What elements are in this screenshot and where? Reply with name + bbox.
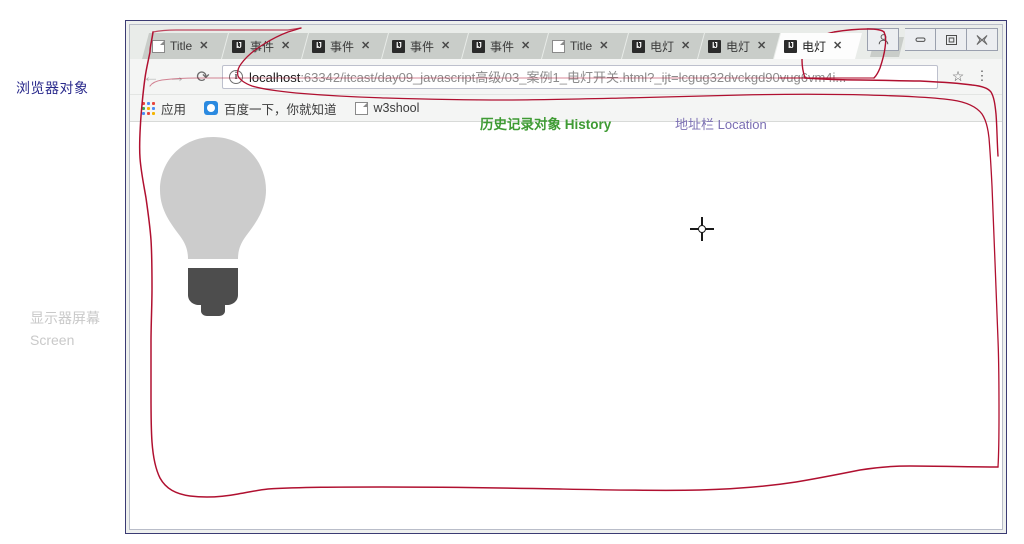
baidu-icon xyxy=(204,101,219,115)
url-host: localhost xyxy=(249,70,301,85)
apps-grid-icon xyxy=(142,101,155,115)
tab-label: 事件 xyxy=(330,39,355,54)
browser-tab[interactable]: Title ✕ xyxy=(142,33,228,59)
annotation-location-object: 地址栏 Location xyxy=(675,117,767,132)
browser-tab[interactable]: 事件 ✕ xyxy=(382,33,468,59)
bookmark-label: w3shool xyxy=(373,101,420,115)
annotation-history-object: 历史记录对象 History xyxy=(480,117,612,132)
intellij-icon xyxy=(472,40,485,53)
tab-label: 电灯 xyxy=(802,39,827,54)
tab-strip: Title ✕ 事件 ✕ 事件 ✕ 事件 ✕ xyxy=(130,25,1002,59)
annotation-browser-object: 浏览器对象 xyxy=(16,80,89,96)
browser-tab-active[interactable]: 电灯 ✕ xyxy=(774,33,862,59)
bookmark-apps[interactable]: 应用 xyxy=(142,99,186,118)
address-bar[interactable]: i localhost:63342/itcast/day09_javascrip… xyxy=(222,64,938,89)
intellij-icon xyxy=(632,40,645,53)
tab-close-icon[interactable]: ✕ xyxy=(757,41,766,52)
reload-button[interactable]: ⟳ xyxy=(190,64,216,90)
intellij-icon xyxy=(232,40,245,53)
browser-tab[interactable]: 电灯 ✕ xyxy=(698,33,780,59)
tab-close-icon[interactable]: ✕ xyxy=(521,41,530,52)
tab-label: 事件 xyxy=(410,39,435,54)
forward-button[interactable]: → xyxy=(164,64,190,90)
screenshot-root: 浏览器对象 显示器屏幕 Screen window 窗口对象 Title ✕ 事… xyxy=(0,0,1024,544)
minimize-icon[interactable] xyxy=(905,28,936,51)
window-controls xyxy=(867,28,998,51)
url-text: localhost:63342/itcast/day09_javascript高… xyxy=(249,67,846,86)
intellij-icon xyxy=(392,40,405,53)
site-info-icon[interactable]: i xyxy=(229,69,243,84)
tab-label: 事件 xyxy=(490,39,515,54)
bookmark-baidu[interactable]: 百度一下，你就知道 xyxy=(204,99,337,118)
document-icon xyxy=(152,40,165,53)
bookmark-label: 应用 xyxy=(161,102,187,117)
annotation-screen: 显示器屏幕 Screen xyxy=(30,308,100,351)
tab-close-icon[interactable]: ✕ xyxy=(281,41,290,52)
menu-icon[interactable]: ⋮ xyxy=(972,69,992,83)
intellij-icon xyxy=(784,40,797,53)
tab-label: Title xyxy=(170,39,193,53)
browser-toolbar: ← → ⟳ i localhost:63342/itcast/day09_jav… xyxy=(130,59,1002,95)
tab-label: 电灯 xyxy=(650,39,675,54)
browser-tab[interactable]: 电灯 ✕ xyxy=(622,33,704,59)
tab-close-icon[interactable]: ✕ xyxy=(441,41,450,52)
intellij-icon xyxy=(312,40,325,53)
browser-tab[interactable]: 事件 ✕ xyxy=(302,33,388,59)
tab-close-icon[interactable]: ✕ xyxy=(833,41,842,52)
bookmark-star-icon[interactable]: ☆ xyxy=(944,68,972,85)
annotation-screen-cn: 显示器屏幕 xyxy=(30,310,100,326)
annotation-screen-en: Screen xyxy=(30,331,75,348)
person-icon[interactable] xyxy=(867,28,899,51)
page-viewport xyxy=(130,122,1002,529)
tab-close-icon[interactable]: ✕ xyxy=(199,41,208,52)
bookmark-label: 百度一下，你就知道 xyxy=(224,102,337,117)
url-path: :63342/itcast/day09_javascript高级/03_案例1_… xyxy=(300,70,847,85)
tab-close-icon[interactable]: ✕ xyxy=(681,41,690,52)
tab-label: 事件 xyxy=(250,39,275,54)
browser-tab[interactable]: Title ✕ xyxy=(542,33,628,59)
tab-close-icon[interactable]: ✕ xyxy=(361,41,370,52)
maximize-icon[interactable] xyxy=(936,28,967,51)
crosshair-cursor xyxy=(690,217,714,241)
document-icon xyxy=(354,101,368,115)
tab-label: Title xyxy=(570,39,593,53)
document-icon xyxy=(552,40,565,53)
tab-close-icon[interactable]: ✕ xyxy=(599,41,608,52)
bookmark-w3shool[interactable]: w3shool xyxy=(354,101,420,115)
browser-window: Title ✕ 事件 ✕ 事件 ✕ 事件 ✕ xyxy=(125,20,1007,534)
close-icon[interactable] xyxy=(967,28,998,51)
light-bulb-image[interactable] xyxy=(152,135,274,320)
intellij-icon xyxy=(708,40,721,53)
browser-window-inner: Title ✕ 事件 ✕ 事件 ✕ 事件 ✕ xyxy=(129,24,1003,530)
browser-tab[interactable]: 事件 ✕ xyxy=(462,33,548,59)
back-button[interactable]: ← xyxy=(138,64,164,90)
browser-tab[interactable]: 事件 ✕ xyxy=(222,33,308,59)
tab-label: 电灯 xyxy=(726,39,751,54)
